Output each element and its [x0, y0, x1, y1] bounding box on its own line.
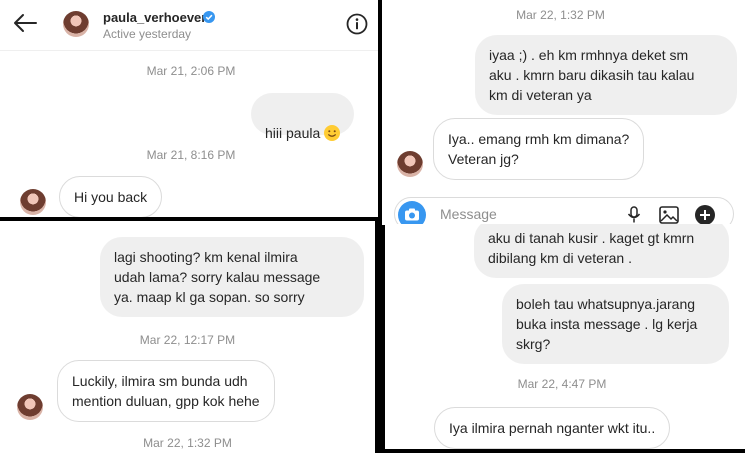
- chat-header: paula_verhoeven Active yesterday: [0, 0, 378, 51]
- message-received: Luckily, ilmira sm bunda udh mention dul…: [57, 360, 275, 422]
- avatar[interactable]: [63, 11, 89, 37]
- message-sent: aku di tanah kusir . kaget gt kmrn dibil…: [474, 224, 729, 278]
- message-sent: boleh tau whatsupnya.jarang buka insta m…: [502, 284, 729, 364]
- avatar: [17, 394, 43, 420]
- message-received: Hi you back: [59, 176, 163, 217]
- message-text: hiii paula: [265, 125, 321, 141]
- message-received: Iya ilmira pernah nganter wkt itu..: [434, 407, 671, 449]
- message-sent: iyaa ;) . eh km rmhnya deket sm aku . km…: [475, 35, 737, 115]
- message-sent: lagi shooting? km kenal ilmira udah lama…: [100, 237, 364, 317]
- verified-badge-icon: [203, 11, 215, 23]
- username[interactable]: paula_verhoeven: [103, 10, 209, 25]
- chat-panel-2: Mar 22, 1:32 PM iyaa ;) . eh km rmhnya d…: [382, 0, 745, 225]
- smiling-emoji-icon: [324, 125, 341, 141]
- gallery-icon[interactable]: [659, 206, 679, 224]
- active-status: Active yesterday: [103, 27, 192, 41]
- chat-panel-3: lagi shooting? km kenal ilmira udah lama…: [0, 221, 375, 453]
- timestamp: Mar 22, 1:32 PM: [516, 8, 605, 22]
- timestamp: Mar 21, 2:06 PM: [146, 64, 236, 78]
- timestamp: Mar 21, 8:16 PM: [146, 148, 236, 162]
- message-input[interactable]: Message: [440, 206, 497, 222]
- chat-panel-1: paula_verhoeven Active yesterday Mar 21,…: [0, 0, 378, 217]
- avatar: [397, 151, 423, 177]
- microphone-icon[interactable]: [627, 206, 641, 224]
- chat-panel-4: aku di tanah kusir . kaget gt kmrn dibil…: [385, 224, 745, 449]
- timestamp: Mar 22, 1:32 PM: [143, 436, 232, 450]
- timestamp: Mar 22, 4:47 PM: [517, 377, 607, 391]
- back-arrow-icon[interactable]: [12, 12, 38, 34]
- message-received: Iya.. emang rmh km dimana? Veteran jg?: [433, 118, 645, 180]
- message-sent: hiii paula: [251, 93, 355, 141]
- sticker-add-icon[interactable]: [694, 204, 716, 226]
- avatar: [20, 189, 46, 215]
- timestamp: Mar 22, 12:17 PM: [139, 333, 236, 347]
- info-icon[interactable]: [346, 13, 368, 35]
